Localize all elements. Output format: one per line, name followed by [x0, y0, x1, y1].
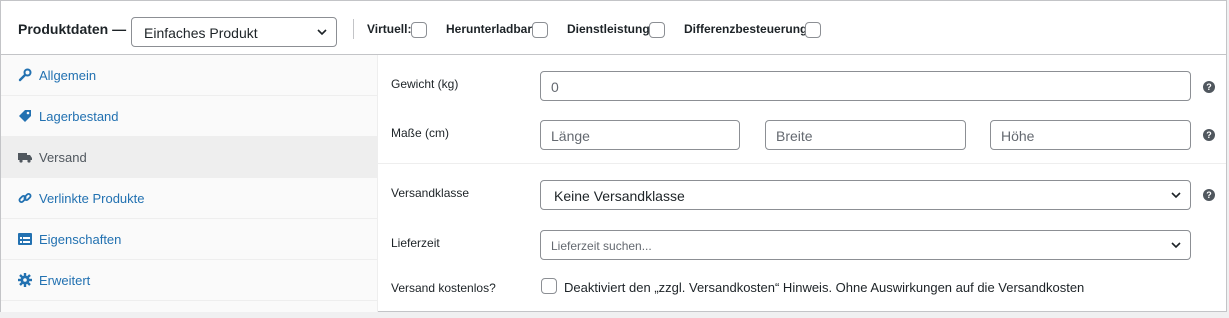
- tab-attributes[interactable]: Eigenschaften: [1, 219, 377, 260]
- margin-taxation-label: Differenzbesteuerung:: [684, 22, 812, 36]
- delivery-time-placeholder: Lieferzeit suchen...: [551, 239, 652, 253]
- tab-label: Versand: [39, 150, 87, 165]
- help-icon[interactable]: ?: [1203, 129, 1215, 141]
- gear-icon: [18, 273, 32, 287]
- wrench-icon: [18, 68, 32, 82]
- header-divider: [353, 19, 354, 39]
- service-label: Dienstleistung:: [567, 22, 654, 36]
- margin-taxation-checkbox[interactable]: [805, 22, 821, 38]
- weight-placeholder: 0: [551, 79, 559, 95]
- virtual-checkbox[interactable]: [411, 22, 427, 38]
- weight-label: Gewicht (kg): [391, 77, 459, 91]
- product-data-panel: Produktdaten — Einfaches Produkt Virtuel…: [0, 0, 1227, 312]
- chevron-down-icon: [1171, 242, 1181, 249]
- service-checkbox[interactable]: [649, 22, 665, 38]
- tab-inventory[interactable]: Lagerbestand: [1, 96, 377, 137]
- free-shipping-checkbox[interactable]: [541, 278, 557, 294]
- height-placeholder: Höhe: [1001, 128, 1035, 144]
- downloadable-checkbox[interactable]: [532, 22, 548, 38]
- panel-title: Produktdaten —: [18, 21, 127, 37]
- shipping-class-select[interactable]: Keine Versandklasse: [540, 180, 1191, 210]
- length-placeholder: Länge: [551, 128, 590, 144]
- delivery-time-select[interactable]: Lieferzeit suchen...: [540, 230, 1191, 260]
- dimensions-label: Maße (cm): [391, 126, 449, 140]
- product-type-value: Einfaches Produkt: [144, 25, 258, 41]
- width-placeholder: Breite: [776, 128, 813, 144]
- tag-icon: [19, 110, 31, 122]
- virtual-label: Virtuell:: [367, 22, 412, 36]
- delivery-time-label: Lieferzeit: [391, 236, 440, 250]
- tab-shipping[interactable]: Versand: [1, 137, 377, 178]
- chevron-down-icon: [317, 29, 327, 36]
- free-shipping-description: Deaktiviert den „zzgl. Versandkosten“ Hi…: [564, 280, 1085, 295]
- weight-input[interactable]: 0: [540, 71, 1191, 101]
- product-type-select[interactable]: Einfaches Produkt: [131, 17, 337, 47]
- tab-label: Erweitert: [39, 273, 91, 288]
- link-icon: [18, 193, 32, 203]
- tab-general[interactable]: Allgemein: [1, 55, 377, 96]
- tab-label: Eigenschaften: [39, 232, 122, 247]
- shipping-options-panel: Gewicht (kg) 0 ? Maße (cm) Länge Breite …: [378, 55, 1226, 312]
- width-input[interactable]: Breite: [765, 120, 966, 150]
- shipping-class-label: Versandklasse: [391, 186, 470, 200]
- tab-label: Lagerbestand: [39, 109, 119, 124]
- help-icon[interactable]: ?: [1203, 81, 1215, 93]
- list-icon: [18, 233, 32, 245]
- tab-label: Verlinkte Produkte: [39, 191, 145, 206]
- truck-icon: [18, 153, 32, 163]
- tab-label: Allgemein: [39, 68, 97, 83]
- product-data-tabs: Allgemein Lagerbestand Versand Verlinkte…: [1, 55, 378, 312]
- shipping-class-value: Keine Versandklasse: [554, 188, 685, 204]
- length-input[interactable]: Länge: [540, 120, 740, 150]
- height-input[interactable]: Höhe: [990, 120, 1191, 150]
- tab-linked-products[interactable]: Verlinkte Produkte: [1, 178, 377, 219]
- help-icon[interactable]: ?: [1203, 189, 1215, 201]
- free-shipping-label: Versand kostenlos?: [391, 281, 496, 295]
- chevron-down-icon: [1171, 192, 1181, 199]
- product-data-header: Produktdaten — Einfaches Produkt Virtuel…: [1, 1, 1226, 55]
- section-divider: [378, 163, 1226, 164]
- tab-advanced[interactable]: Erweitert: [1, 260, 377, 301]
- downloadable-label: Herunterladbar:: [446, 22, 537, 36]
